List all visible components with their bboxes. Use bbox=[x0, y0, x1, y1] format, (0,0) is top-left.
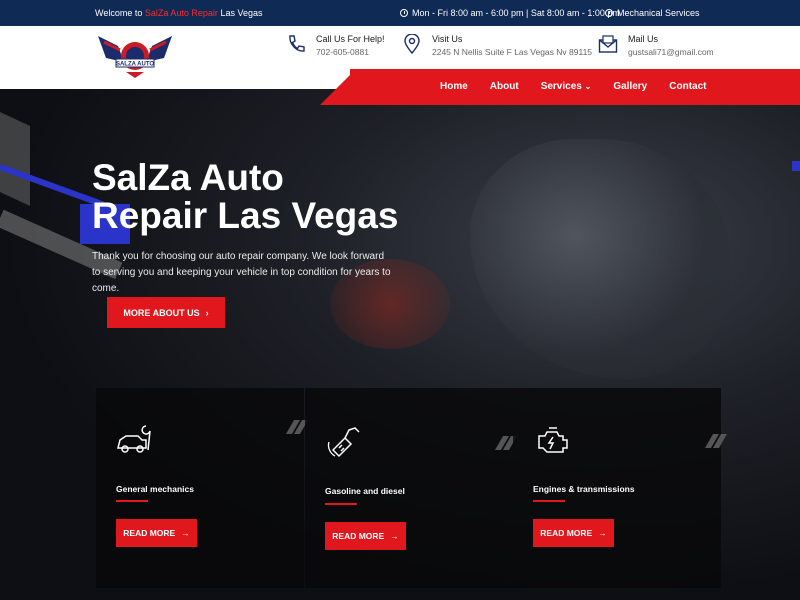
engine-icon bbox=[538, 427, 568, 453]
clock-icon bbox=[400, 9, 408, 17]
mail-title: Mail Us bbox=[628, 34, 659, 44]
mail-icon bbox=[598, 35, 618, 53]
hero-title-line1: SalZa Auto bbox=[92, 157, 284, 198]
card-underline bbox=[533, 500, 565, 502]
decor-stripe bbox=[792, 161, 800, 171]
car-wrench-icon bbox=[117, 425, 151, 453]
contact-visit[interactable]: Visit Us 2245 N Nellis Suite F Las Vegas… bbox=[402, 34, 592, 59]
call-number[interactable]: 702-605-0881 bbox=[316, 45, 385, 59]
read-more-label: READ MORE bbox=[540, 528, 593, 538]
card-underline bbox=[116, 500, 148, 502]
phone-icon bbox=[289, 35, 305, 52]
arrow-right-icon: → bbox=[390, 531, 399, 541]
card-title: Engines & transmissions bbox=[533, 484, 635, 494]
hero-title-line2: Repair Las Vegas bbox=[92, 195, 399, 236]
logo-text: SALZA AUTO bbox=[116, 62, 154, 68]
visit-title: Visit Us bbox=[432, 34, 463, 44]
card-title: General mechanics bbox=[116, 484, 194, 494]
nav-contact[interactable]: Contact bbox=[669, 81, 706, 92]
contact-mail[interactable]: Mail Us gustsali71@gmail.com bbox=[598, 34, 714, 59]
welcome-prefix: Welcome to bbox=[95, 8, 143, 18]
card-underline bbox=[325, 503, 357, 505]
read-more-label: READ MORE bbox=[332, 531, 385, 541]
hero-background-mechanic bbox=[470, 139, 730, 379]
welcome-brand-link[interactable]: SalZa Auto Repair bbox=[145, 8, 218, 18]
location-pin-icon bbox=[404, 34, 420, 54]
services-text: Mechanical Services bbox=[617, 8, 700, 18]
call-title: Call Us For Help! bbox=[316, 34, 385, 44]
read-more-label: READ MORE bbox=[123, 528, 176, 538]
chevron-right-icon: › bbox=[205, 307, 209, 318]
read-more-button[interactable]: READ MORE → bbox=[116, 519, 197, 547]
hero-title: SalZa Auto Repair Las Vegas bbox=[92, 159, 432, 235]
service-card-general: General mechanics READ MORE → bbox=[96, 388, 309, 588]
arrow-right-icon: → bbox=[181, 528, 190, 538]
nav-services[interactable]: Services ⌄ bbox=[541, 81, 592, 92]
nav-services-label: Services bbox=[540, 81, 582, 92]
card-decor bbox=[701, 416, 728, 448]
more-about-us-button[interactable]: MORE ABOUT US › bbox=[107, 297, 225, 328]
service-card-gasoline: Gasoline and diesel READ MORE → bbox=[305, 388, 518, 588]
arrow-right-icon: → bbox=[598, 528, 607, 538]
service-card-engines: Engines & transmissions READ MORE → bbox=[513, 388, 728, 588]
visit-address[interactable]: 2245 N Nellis Suite F Las Vegas Nv 89115 bbox=[432, 45, 592, 59]
decor-stripe bbox=[0, 112, 30, 206]
read-more-button[interactable]: READ MORE → bbox=[533, 519, 614, 547]
read-more-button[interactable]: READ MORE → bbox=[325, 522, 406, 550]
hours-text: Mon - Fri 8:00 am - 6:00 pm | Sat 8:00 a… bbox=[412, 8, 620, 18]
salza-logo[interactable]: SALZA AUTO bbox=[96, 32, 174, 80]
more-about-us-label: MORE ABOUT US bbox=[123, 307, 200, 318]
top-services: Mechanical Services bbox=[605, 8, 700, 18]
top-bar: Welcome to SalZa Auto Repair Las Vegas M… bbox=[0, 0, 800, 26]
card-title: Gasoline and diesel bbox=[325, 486, 405, 496]
nav-gallery[interactable]: Gallery bbox=[613, 81, 647, 92]
hero-description: Thank you for choosing our auto repair c… bbox=[92, 251, 391, 294]
mail-address[interactable]: gustsali71@gmail.com bbox=[628, 45, 714, 59]
contact-call[interactable]: Call Us For Help! 702-605-0881 bbox=[286, 34, 385, 59]
clock-icon bbox=[605, 9, 613, 17]
welcome-text: Welcome to SalZa Auto Repair Las Vegas bbox=[95, 8, 262, 18]
nav-home[interactable]: Home bbox=[440, 81, 468, 92]
main-nav: Home About Services ⌄ Gallery Contact bbox=[350, 69, 800, 105]
chevron-down-icon: ⌄ bbox=[584, 82, 592, 91]
fuel-pump-icon bbox=[327, 427, 360, 458]
welcome-suffix: Las Vegas bbox=[220, 8, 263, 18]
nav-about[interactable]: About bbox=[490, 81, 519, 92]
business-hours: Mon - Fri 8:00 am - 6:00 pm | Sat 8:00 a… bbox=[400, 8, 620, 18]
